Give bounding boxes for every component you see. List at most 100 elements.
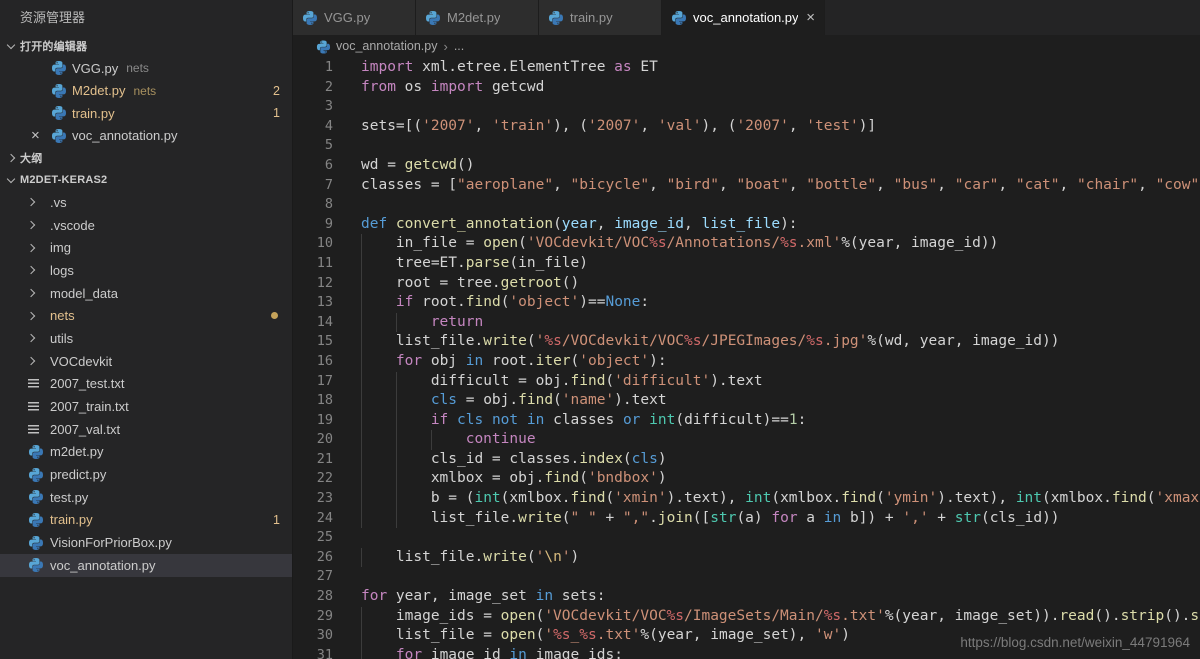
section-outline[interactable]: 大纲 xyxy=(0,147,292,169)
code-line-3[interactable]: 3 xyxy=(293,97,1200,117)
code-line-7[interactable]: 7classes = ["aeroplane", "bicycle", "bir… xyxy=(293,176,1200,196)
text-file-icon xyxy=(28,379,39,388)
section-project-root[interactable]: M2DET-KERAS2 xyxy=(0,169,292,191)
file-name: VisionForPriorBox.py xyxy=(50,535,172,550)
code-line-21[interactable]: 21cls_id = classes.index(cls) xyxy=(293,450,1200,470)
open-editor-M2det.py[interactable]: M2det.pynets2 xyxy=(0,80,292,103)
tree-item-2007_test.txt[interactable]: 2007_test.txt xyxy=(0,373,292,396)
tree-item-img[interactable]: img xyxy=(0,236,292,259)
file-path-hint: nets xyxy=(126,61,149,75)
python-file-icon xyxy=(548,10,564,26)
file-name: img xyxy=(50,240,71,255)
tree-item-.vs[interactable]: .vs xyxy=(0,191,292,214)
code-line-28[interactable]: 28for year, image_set in sets: xyxy=(293,587,1200,607)
tab-bar: VGG.py M2det.pytrain.pyvoc_annotation.py× xyxy=(293,0,1200,35)
code-line-29[interactable]: 29image_ids = open('VOCdevkit/VOC%s/Imag… xyxy=(293,607,1200,627)
tab-VGG.py[interactable]: VGG.py xyxy=(293,0,416,35)
chevron-right-icon xyxy=(27,334,35,342)
line-number: 2 xyxy=(293,78,333,98)
code-line-17[interactable]: 17difficult = obj.find('difficult').text xyxy=(293,372,1200,392)
code-line-18[interactable]: 18cls = obj.find('name').text xyxy=(293,391,1200,411)
tree-item-nets[interactable]: nets xyxy=(0,304,292,327)
code-line-19[interactable]: 19if cls not in classes or int(difficult… xyxy=(293,411,1200,431)
modified-dot-icon xyxy=(271,312,278,319)
code-line-27[interactable]: 27 xyxy=(293,567,1200,587)
indent-guide xyxy=(396,509,431,529)
code-line-11[interactable]: 11tree=ET.parse(in_file) xyxy=(293,254,1200,274)
code-line-1[interactable]: 1import xml.etree.ElementTree as ET xyxy=(293,58,1200,78)
tab-M2det.py[interactable]: M2det.py xyxy=(416,0,539,35)
file-name: train.py xyxy=(50,512,93,527)
tab-label: VGG.py xyxy=(324,10,370,25)
tree-item-icon-slot xyxy=(28,512,45,528)
tree-item-2007_train.txt[interactable]: 2007_train.txt xyxy=(0,395,292,418)
indent-guide xyxy=(396,391,431,411)
tree-item-test.py[interactable]: test.py xyxy=(0,486,292,509)
code-line-26[interactable]: 26list_file.write('\n') xyxy=(293,548,1200,568)
file-name: 2007_test.txt xyxy=(50,376,124,391)
tree-item-voc_annotation.py[interactable]: voc_annotation.py xyxy=(0,554,292,577)
close-editor-icon[interactable]: × xyxy=(31,128,51,143)
tree-item-icon-slot xyxy=(28,222,45,228)
section-open-editors[interactable]: 打开的编辑器 xyxy=(0,35,292,57)
code-line-2[interactable]: 2from os import getcwd xyxy=(293,78,1200,98)
tree-item-2007_val.txt[interactable]: 2007_val.txt xyxy=(0,418,292,441)
code-line-9[interactable]: 9def convert_annotation(year, image_id, … xyxy=(293,215,1200,235)
indent-guide xyxy=(396,430,431,450)
python-file-icon xyxy=(28,489,44,505)
tree-item-VOCdevkit[interactable]: VOCdevkit xyxy=(0,350,292,373)
tab-train.py[interactable]: train.py xyxy=(539,0,662,35)
tree-item-train.py[interactable]: train.py1 xyxy=(0,509,292,532)
code-line-13[interactable]: 13if root.find('object')==None: xyxy=(293,293,1200,313)
indent-guide xyxy=(361,489,396,509)
code-text: cls = obj.find('name').text xyxy=(361,391,667,411)
close-tab-icon[interactable]: × xyxy=(806,10,815,25)
code-line-25[interactable]: 25 xyxy=(293,528,1200,548)
python-file-icon xyxy=(425,10,441,26)
breadcrumb-more[interactable]: ... xyxy=(454,39,464,53)
indent-guide xyxy=(396,469,431,489)
open-editor-VGG.py[interactable]: VGG.pynets xyxy=(0,57,292,80)
python-file-icon xyxy=(28,467,44,483)
code-line-5[interactable]: 5 xyxy=(293,136,1200,156)
indent-guide xyxy=(361,607,396,627)
python-file-icon xyxy=(51,128,67,144)
tree-item-model_data[interactable]: model_data xyxy=(0,282,292,305)
tree-item-m2det.py[interactable]: m2det.py xyxy=(0,441,292,464)
open-editor-train.py[interactable]: train.py1 xyxy=(0,102,292,125)
tree-item-VisionForPriorBox.py[interactable]: VisionForPriorBox.py xyxy=(0,531,292,554)
code-line-16[interactable]: 16for obj in root.iter('object'): xyxy=(293,352,1200,372)
indent-guide xyxy=(361,548,396,568)
code-line-22[interactable]: 22xmlbox = obj.find('bndbox') xyxy=(293,469,1200,489)
code-line-15[interactable]: 15list_file.write('%s/VOCdevkit/VOC%s/JP… xyxy=(293,332,1200,352)
open-editor-voc_annotation.py[interactable]: ×voc_annotation.py xyxy=(0,125,292,148)
tab-voc_annotation.py[interactable]: voc_annotation.py× xyxy=(662,0,825,35)
code-line-6[interactable]: 6wd = getcwd() xyxy=(293,156,1200,176)
tree-item-logs[interactable]: logs xyxy=(0,259,292,282)
code-line-4[interactable]: 4sets=[('2007', 'train'), ('2007', 'val'… xyxy=(293,117,1200,137)
line-number: 23 xyxy=(293,489,333,509)
tree-item-predict.py[interactable]: predict.py xyxy=(0,463,292,486)
code-line-20[interactable]: 20continue xyxy=(293,430,1200,450)
python-file-icon xyxy=(28,535,44,551)
code-text: list_file.write('\n') xyxy=(361,548,579,568)
watermark-text: https://blog.csdn.net/weixin_44791964 xyxy=(960,633,1190,653)
code-line-24[interactable]: 24list_file.write(" " + ",".join([str(a)… xyxy=(293,509,1200,529)
code-text: list_file.write('%s/VOCdevkit/VOC%s/JPEG… xyxy=(361,332,1059,352)
line-number: 28 xyxy=(293,587,333,607)
code-lines: 1import xml.etree.ElementTree as ET2from… xyxy=(293,58,1200,659)
tree-item-.vscode[interactable]: .vscode xyxy=(0,214,292,237)
code-line-14[interactable]: 14return xyxy=(293,313,1200,333)
breadcrumb-file[interactable]: voc_annotation.py xyxy=(336,39,437,53)
code-line-8[interactable]: 8 xyxy=(293,195,1200,215)
tree-item-icon-slot xyxy=(28,557,45,573)
code-editor[interactable]: 1import xml.etree.ElementTree as ET2from… xyxy=(293,57,1200,659)
tree-item-utils[interactable]: utils xyxy=(0,327,292,350)
code-line-23[interactable]: 23b = (int(xmlbox.find('xmin').text), in… xyxy=(293,489,1200,509)
tree-item-icon-slot xyxy=(28,379,45,388)
code-line-10[interactable]: 10in_file = open('VOCdevkit/VOC%s/Annota… xyxy=(293,234,1200,254)
line-number: 1 xyxy=(293,58,333,78)
code-line-12[interactable]: 12root = tree.getroot() xyxy=(293,274,1200,294)
file-name: VOCdevkit xyxy=(50,354,112,369)
python-file-icon xyxy=(28,512,44,528)
